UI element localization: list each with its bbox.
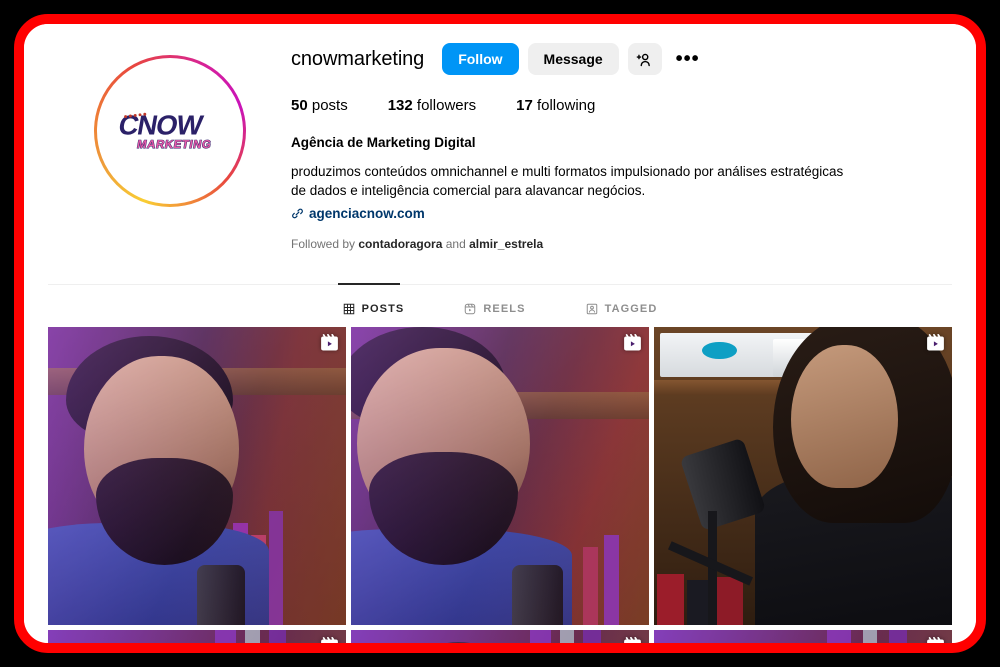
svg-text:MARKETING: MARKETING [136,139,212,151]
red-highlight-frame: CNOW MARKETING cnowmarketing Follow Mess… [14,14,986,653]
reels-badge-icon [624,636,641,643]
followed-by-user-2[interactable]: almir_estrela [469,237,543,251]
followed-by-user-1[interactable]: contadoragora [358,237,442,251]
following-count: 17 [516,97,533,114]
reels-badge-icon [624,333,641,351]
profile-info: cnowmarketing Follow Message ••• 50 post… [291,32,976,254]
reels-badge-icon [321,636,338,643]
tab-reels-label: REELS [483,302,526,315]
more-options-button[interactable]: ••• [671,43,705,75]
profile-header: CNOW MARKETING cnowmarketing Follow Mess… [24,24,976,254]
message-button[interactable]: Message [527,43,619,75]
post-grid-item[interactable] [654,326,952,625]
svg-text:CNOW: CNOW [116,110,206,141]
screenshot-root: CNOW MARKETING cnowmarketing Follow Mess… [0,0,1000,667]
stat-posts[interactable]: 50 posts [291,97,348,114]
page-title: cnowmarketing [291,47,425,70]
bio-link-text: agenciacnow.com [309,205,425,221]
stats-row: 50 posts 132 followers 17 following [291,97,946,114]
posts-count: 50 [291,97,308,114]
followers-label: followers [416,97,477,114]
reels-icon [465,303,476,314]
followed-by-conjunction: and [445,237,466,252]
tab-posts-label: POSTS [361,302,405,315]
post-grid-item[interactable] [351,326,649,625]
stat-following[interactable]: 17 following [516,97,595,114]
followers-count: 132 [387,97,413,114]
bio-description: produzimos conteúdos omnichannel e multi… [291,163,844,199]
username-row: cnowmarketing Follow Message ••• [291,42,946,76]
tab-reels[interactable]: REELS [464,299,525,327]
instagram-profile-page: CNOW MARKETING cnowmarketing Follow Mess… [24,24,976,643]
tabs-divider [48,282,952,285]
bio-block: Agência de Marketing Digital produzimos … [291,133,946,254]
follow-button[interactable]: Follow [442,43,519,75]
link-icon [292,208,303,219]
active-tab-indicator [338,282,400,285]
bio-external-link[interactable]: agenciacnow.com [291,204,946,224]
stat-followers[interactable]: 132 followers [388,97,476,114]
following-label: following [536,97,596,114]
reels-badge-icon [927,333,944,351]
profile-tabs: POSTS REELS TAGGED [24,285,976,327]
post-grid-item[interactable] [48,326,346,625]
person-add-icon [636,53,651,66]
grid-icon [343,303,354,314]
reels-badge-icon [927,636,944,643]
story-ring[interactable]: CNOW MARKETING [93,55,246,207]
cnow-marketing-logo-icon: CNOW MARKETING [115,109,212,151]
followed-by-prefix: Followed by [291,237,356,252]
posts-label: posts [311,97,348,114]
tab-tagged[interactable]: TAGGED [586,299,658,327]
tab-tagged-label: TAGGED [604,302,658,315]
tab-posts[interactable]: POSTS [343,299,405,327]
avatar-container: CNOW MARKETING [48,32,291,254]
bio-display-name: Agência de Marketing Digital [291,135,476,150]
reels-badge-icon [321,333,338,351]
avatar[interactable]: CNOW MARKETING [96,58,243,204]
person-add-button[interactable] [627,43,662,75]
post-grid-item[interactable] [654,629,952,643]
post-grid-item[interactable] [351,629,649,643]
post-grid-item[interactable] [48,629,346,643]
followed-by: Followed by contadoragora and almir_estr… [291,236,946,253]
tagged-icon [586,303,597,314]
post-grid [24,326,976,643]
